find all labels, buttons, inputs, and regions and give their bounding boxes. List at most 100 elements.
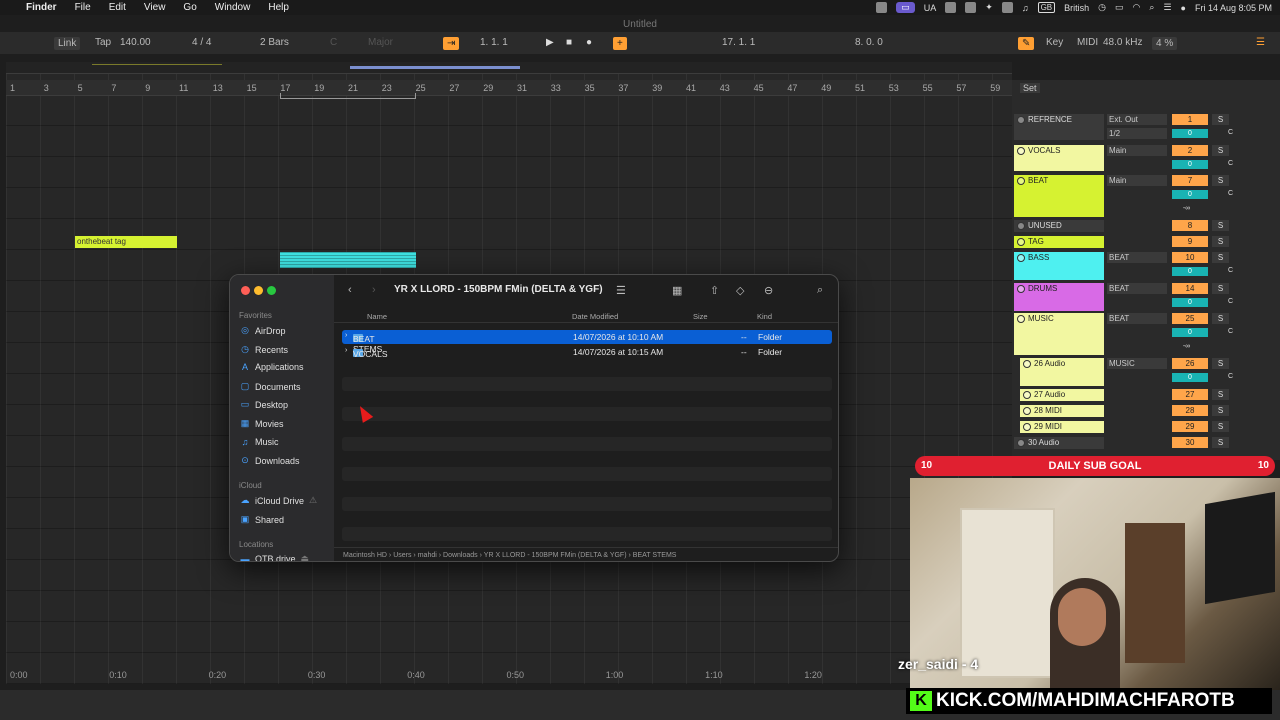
- track-number[interactable]: 9: [1172, 236, 1208, 247]
- solo-button[interactable]: S: [1212, 437, 1229, 448]
- track-music[interactable]: MUSIC: [1014, 313, 1104, 355]
- sidebar-item-airdrop[interactable]: ◎ AirDrop: [240, 325, 285, 336]
- quantize-menu[interactable]: 2 Bars: [260, 37, 289, 48]
- track-26-audio[interactable]: 26 Audio: [1020, 358, 1104, 386]
- sidebar-item-recents[interactable]: ◷ Recents: [240, 344, 288, 355]
- track-number[interactable]: 27: [1172, 389, 1208, 400]
- clock-icon[interactable]: ◷: [1098, 2, 1106, 13]
- track-fold-icon[interactable]: [1017, 439, 1025, 447]
- solo-button[interactable]: S: [1212, 252, 1229, 263]
- sidebar-item-music[interactable]: ♫ Music: [240, 437, 279, 447]
- volume-field[interactable]: 0: [1172, 298, 1208, 307]
- tap-button[interactable]: Tap: [95, 37, 111, 48]
- track-30-audio[interactable]: 30 Audio: [1014, 437, 1104, 449]
- key-field[interactable]: C: [330, 37, 337, 48]
- volume-field[interactable]: 0: [1172, 328, 1208, 337]
- clip-onthebeat-tag[interactable]: onthebeat tag: [75, 236, 177, 248]
- sparkle-icon[interactable]: ✦: [985, 2, 993, 13]
- track-bass[interactable]: BASS: [1014, 252, 1104, 280]
- output-routing[interactable]: MUSIC: [1107, 358, 1167, 369]
- path-segment[interactable]: BEAT STEMS: [633, 552, 677, 559]
- path-segment[interactable]: mahdi: [418, 552, 437, 559]
- volume-field[interactable]: 0: [1172, 373, 1208, 382]
- crossfade-button[interactable]: C: [1222, 298, 1239, 307]
- tempo-field[interactable]: 140.00: [120, 37, 151, 48]
- position-field[interactable]: 1. 1. 1: [480, 37, 508, 48]
- zoom-icon[interactable]: [267, 286, 276, 295]
- track-number[interactable]: 10: [1172, 252, 1208, 263]
- search-icon[interactable]: ⌕: [817, 284, 823, 297]
- time-ruler[interactable]: 0:00 0:10 0:20 0:30 0:40 0:50 1:00 1:10 1:20: [6, 668, 1012, 684]
- track-number[interactable]: 2: [1172, 145, 1208, 156]
- track-fold-icon[interactable]: [1023, 391, 1031, 399]
- track-number[interactable]: 1: [1172, 114, 1208, 125]
- eject-icon[interactable]: ⏏: [301, 553, 310, 561]
- path-segment[interactable]: Downloads: [443, 552, 478, 559]
- solo-button[interactable]: S: [1212, 313, 1229, 324]
- track-fold-icon[interactable]: [1017, 222, 1025, 230]
- stream-icon[interactable]: ▭: [896, 2, 915, 13]
- link-button[interactable]: Link: [54, 37, 81, 50]
- sidebar-item-icloud-drive[interactable]: ☁ iCloud Drive ⚠: [240, 495, 318, 506]
- track-beat[interactable]: BEAT: [1014, 175, 1104, 217]
- ua-icon[interactable]: UA: [924, 3, 937, 13]
- track-fold-icon[interactable]: [1017, 177, 1025, 185]
- track-number[interactable]: 28: [1172, 405, 1208, 416]
- wifi-icon[interactable]: ◠: [1133, 2, 1141, 13]
- follow-icon[interactable]: ⇥: [443, 37, 460, 50]
- file-row-beat-stems[interactable]: › BEAT STEMS 14/07/2026 at 10:10 AM -- F…: [342, 330, 832, 354]
- track-fold-icon[interactable]: [1023, 360, 1031, 368]
- track-refrence[interactable]: REFRENCE: [1014, 114, 1104, 140]
- menu-app-name[interactable]: Finder: [26, 2, 57, 13]
- more-actions-icon[interactable]: ⊖: [764, 284, 773, 297]
- crossfade-button[interactable]: C: [1222, 190, 1239, 199]
- track-fold-icon[interactable]: [1017, 315, 1025, 323]
- track-fold-icon[interactable]: [1023, 407, 1031, 415]
- key-map-button[interactable]: Key: [1046, 37, 1063, 48]
- solo-button[interactable]: S: [1212, 358, 1229, 369]
- headphones-icon[interactable]: ♫: [1022, 3, 1029, 13]
- menu-view[interactable]: View: [144, 2, 166, 13]
- path-segment[interactable]: YR X LLORD - 150BPM FMin (DELTA & YGF): [484, 552, 627, 559]
- output-routing[interactable]: Ext. Out: [1107, 114, 1167, 125]
- solo-button[interactable]: S: [1212, 421, 1229, 432]
- track-number[interactable]: 25: [1172, 313, 1208, 324]
- menu-go[interactable]: Go: [183, 2, 196, 13]
- menu-help[interactable]: Help: [268, 2, 289, 13]
- track-fold-icon[interactable]: [1017, 147, 1025, 155]
- solo-button[interactable]: S: [1212, 114, 1229, 125]
- track-fold-icon[interactable]: [1017, 238, 1025, 246]
- solo-button[interactable]: S: [1212, 389, 1229, 400]
- midi-map-button[interactable]: MIDI: [1077, 37, 1098, 48]
- menu-file[interactable]: File: [75, 2, 91, 13]
- menu-window[interactable]: Window: [215, 2, 251, 13]
- track-number[interactable]: 29: [1172, 421, 1208, 432]
- sidebar-item-otb-drive[interactable]: ▬ OTB drive ⏏: [240, 553, 310, 561]
- solo-button[interactable]: S: [1212, 220, 1229, 231]
- clip-bass[interactable]: [280, 252, 416, 268]
- volume-field[interactable]: 0: [1172, 129, 1208, 138]
- screen-icon[interactable]: [1001, 2, 1013, 13]
- sidebar-item-desktop[interactable]: ▭ Desktop: [240, 399, 288, 410]
- column-date[interactable]: Date Modified: [572, 312, 618, 321]
- share-icon[interactable]: ⇧: [710, 284, 719, 297]
- sidebar-item-downloads[interactable]: ⊙ Downloads: [240, 455, 299, 466]
- track-fold-icon[interactable]: [1023, 423, 1031, 431]
- volume-field[interactable]: 0: [1172, 267, 1208, 276]
- column-name[interactable]: Name: [367, 312, 387, 321]
- battery-icon[interactable]: ▭: [1115, 2, 1124, 13]
- output-routing[interactable]: BEAT: [1107, 283, 1167, 294]
- menubar-datetime[interactable]: Fri 14 Aug 8:05 PM: [1195, 3, 1272, 13]
- crossfade-button[interactable]: C: [1222, 129, 1239, 138]
- crossfade-button[interactable]: C: [1222, 267, 1239, 276]
- output-routing[interactable]: Main: [1107, 145, 1167, 156]
- track-vocals[interactable]: VOCALS: [1014, 145, 1104, 171]
- track-number[interactable]: 14: [1172, 283, 1208, 294]
- group-icon[interactable]: ☰: [616, 284, 626, 297]
- output-routing[interactable]: BEAT: [1107, 252, 1167, 263]
- solo-button[interactable]: S: [1212, 405, 1229, 416]
- track-tag[interactable]: TAG: [1014, 236, 1104, 248]
- overdub-icon[interactable]: +: [613, 37, 627, 50]
- track-fold-icon[interactable]: [1017, 254, 1025, 262]
- record-icon[interactable]: ●: [586, 37, 592, 48]
